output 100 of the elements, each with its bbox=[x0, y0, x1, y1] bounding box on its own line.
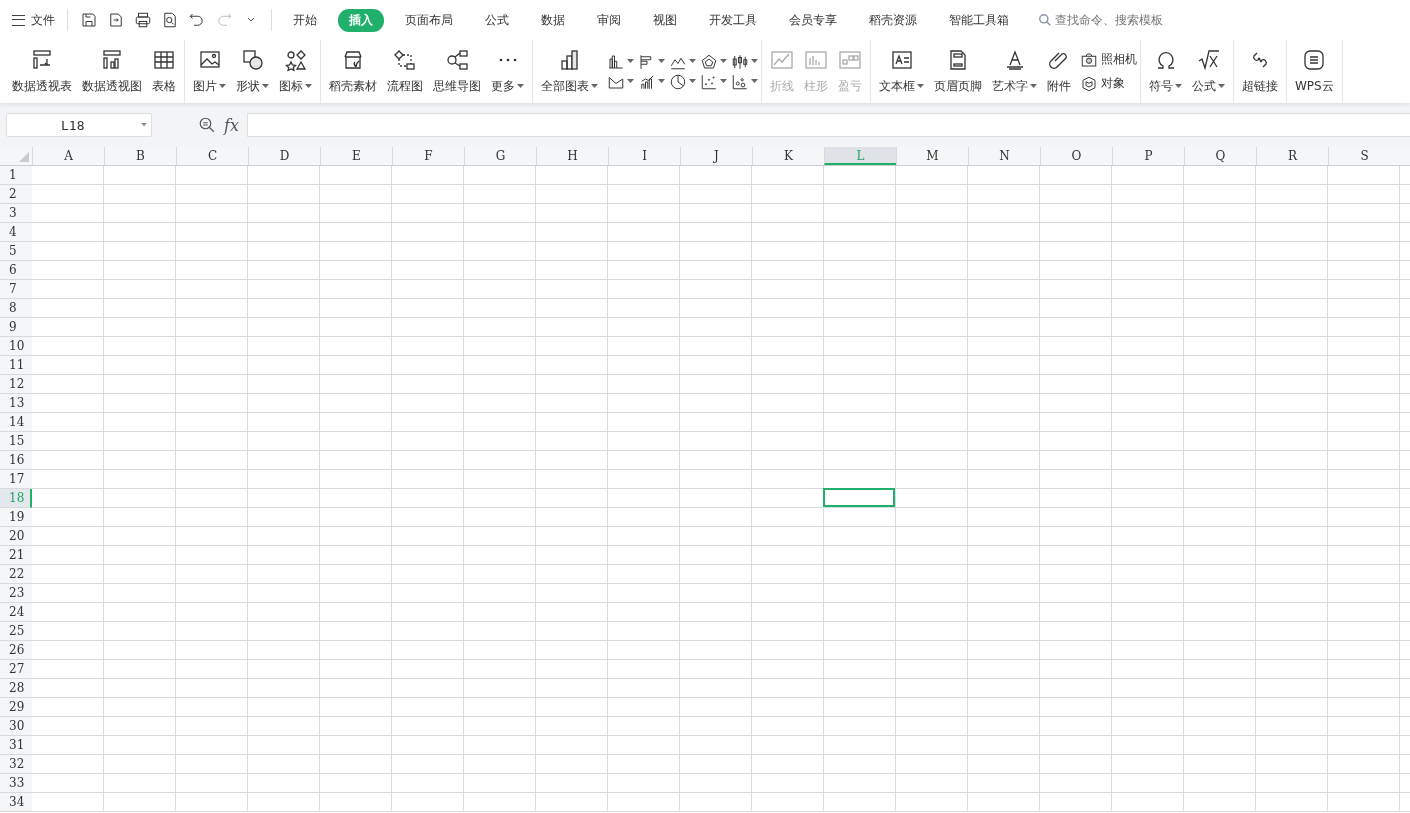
pivot-table-icon bbox=[30, 48, 54, 72]
row-header[interactable]: 16 bbox=[0, 451, 32, 470]
chart-type-button[interactable] bbox=[638, 52, 665, 71]
chart-type-button[interactable] bbox=[731, 72, 758, 91]
row-header[interactable]: 10 bbox=[0, 337, 32, 356]
row-header[interactable]: 12 bbox=[0, 375, 32, 394]
row-header[interactable]: 23 bbox=[0, 584, 32, 603]
row-header[interactable]: 11 bbox=[0, 356, 32, 375]
column-header[interactable]: O bbox=[1040, 147, 1112, 165]
column-header[interactable]: J bbox=[680, 147, 752, 165]
menu-tab[interactable]: 视图 bbox=[642, 8, 688, 32]
row-header[interactable]: 14 bbox=[0, 413, 32, 432]
menu-tab[interactable]: 公式 bbox=[474, 8, 520, 32]
ribbon-button[interactable]: 形状 bbox=[231, 46, 274, 97]
row-header[interactable]: 32 bbox=[0, 755, 32, 774]
row-header[interactable]: 4 bbox=[0, 223, 32, 242]
file-menu[interactable]: 文件 bbox=[8, 9, 59, 31]
row-header[interactable]: 30 bbox=[0, 717, 32, 736]
ribbon-button[interactable]: WPS云 bbox=[1290, 46, 1339, 97]
candlestick-icon bbox=[731, 52, 749, 71]
row-header[interactable]: 20 bbox=[0, 527, 32, 546]
menu-tab[interactable]: 数据 bbox=[530, 8, 576, 32]
row-header[interactable]: 24 bbox=[0, 603, 32, 622]
ribbon-button[interactable]: 思维导图 bbox=[428, 46, 486, 97]
row-header[interactable]: 9 bbox=[0, 318, 32, 337]
name-box[interactable]: L18 bbox=[6, 113, 152, 137]
chart-type-button[interactable] bbox=[669, 72, 696, 91]
ribbon-button[interactable]: 更多 bbox=[486, 46, 529, 97]
formula-field[interactable] bbox=[246, 113, 1410, 137]
ribbon-button[interactable]: 表格 bbox=[147, 46, 181, 97]
ribbon-button[interactable]: 图标 bbox=[274, 46, 317, 97]
ribbon-button[interactable]: 全部图表 bbox=[536, 46, 603, 97]
ribbon-button[interactable]: 文本框 bbox=[874, 46, 929, 97]
ribbon-button[interactable]: 数据透视图 bbox=[77, 46, 147, 97]
row-header[interactable]: 27 bbox=[0, 660, 32, 679]
menu-tab[interactable]: 审阅 bbox=[586, 8, 632, 32]
row-header[interactable]: 5 bbox=[0, 242, 32, 261]
ribbon-button[interactable]: 超链接 bbox=[1237, 46, 1283, 97]
ribbon-button[interactable]: 对象 bbox=[1080, 74, 1137, 93]
row-header[interactable]: 6 bbox=[0, 261, 32, 280]
column-header[interactable]: R bbox=[1256, 147, 1328, 165]
caret-icon bbox=[627, 59, 634, 64]
row-header[interactable]: 22 bbox=[0, 565, 32, 584]
row-header[interactable]: 29 bbox=[0, 698, 32, 717]
column-header[interactable]: A bbox=[32, 147, 104, 165]
ribbon-button[interactable]: 附件 bbox=[1042, 46, 1076, 97]
menu-tab[interactable]: 会员专享 bbox=[778, 8, 848, 32]
row-header[interactable]: 15 bbox=[0, 432, 32, 451]
column-header[interactable]: F bbox=[392, 147, 464, 165]
ribbon-button[interactable]: 照相机 bbox=[1080, 50, 1137, 69]
column-header[interactable]: P bbox=[1112, 147, 1184, 165]
win-loss-icon bbox=[838, 48, 862, 72]
search-icon bbox=[1038, 13, 1052, 27]
ribbon-button[interactable]: 图片 bbox=[188, 46, 231, 97]
ribbon-button[interactable]: 艺术字 bbox=[987, 46, 1042, 97]
ribbon-button[interactable]: 流程图 bbox=[382, 46, 428, 97]
row-header[interactable]: 3 bbox=[0, 204, 32, 223]
menu-tab[interactable]: 开始 bbox=[282, 8, 328, 32]
ribbon-button[interactable]: 数据透视表 bbox=[7, 46, 77, 97]
function-label[interactable]: fx bbox=[224, 115, 239, 135]
zoom-icon[interactable] bbox=[198, 116, 216, 134]
column-header[interactable]: N bbox=[968, 147, 1040, 165]
menu-tab[interactable]: 稻壳资源 bbox=[858, 8, 928, 32]
column-header[interactable]: Q bbox=[1184, 147, 1256, 165]
selected-cell[interactable] bbox=[823, 488, 895, 507]
row-header[interactable]: 7 bbox=[0, 280, 32, 299]
row-header[interactable]: 33 bbox=[0, 774, 32, 793]
row-header[interactable]: 19 bbox=[0, 508, 32, 527]
row-header[interactable]: 28 bbox=[0, 679, 32, 698]
row-header[interactable]: 26 bbox=[0, 641, 32, 660]
chart-type-button[interactable] bbox=[731, 52, 758, 71]
menu-tab[interactable]: 页面布局 bbox=[394, 8, 464, 32]
chart-type-button[interactable] bbox=[607, 52, 634, 71]
column-header[interactable]: H bbox=[536, 147, 608, 165]
menu-tab[interactable]: 智能工具箱 bbox=[938, 8, 1020, 32]
row-header[interactable]: 34 bbox=[0, 793, 32, 812]
chart-type-button[interactable] bbox=[700, 52, 727, 71]
row-header[interactable]: 2 bbox=[0, 185, 32, 204]
caret-icon bbox=[751, 79, 758, 84]
row-header[interactable]: 13 bbox=[0, 394, 32, 413]
row-header[interactable]: 8 bbox=[0, 299, 32, 318]
ribbon-button[interactable]: 符号 bbox=[1144, 46, 1187, 97]
caret-icon bbox=[658, 79, 665, 84]
ribbon-button[interactable]: 公式 bbox=[1187, 46, 1230, 97]
ribbon-button[interactable]: 页眉页脚 bbox=[929, 46, 987, 97]
column-header[interactable]: D bbox=[248, 147, 320, 165]
row-header[interactable]: 25 bbox=[0, 622, 32, 641]
column-header[interactable]: E bbox=[320, 147, 392, 165]
row-header[interactable]: 21 bbox=[0, 546, 32, 565]
menu-tab[interactable]: 开发工具 bbox=[698, 8, 768, 32]
row-header[interactable]: 31 bbox=[0, 736, 32, 755]
row-header[interactable]: 1 bbox=[0, 166, 32, 185]
column-header[interactable]: C bbox=[176, 147, 248, 165]
chart-type-button[interactable] bbox=[700, 72, 727, 91]
ribbon-button[interactable]: 稻壳素材 bbox=[324, 46, 382, 97]
column-header[interactable]: S bbox=[1328, 147, 1400, 165]
column-header[interactable]: M bbox=[896, 147, 968, 165]
column-header[interactable]: I bbox=[608, 147, 680, 165]
column-header[interactable]: B bbox=[104, 147, 176, 165]
column-header[interactable]: G bbox=[464, 147, 536, 165]
